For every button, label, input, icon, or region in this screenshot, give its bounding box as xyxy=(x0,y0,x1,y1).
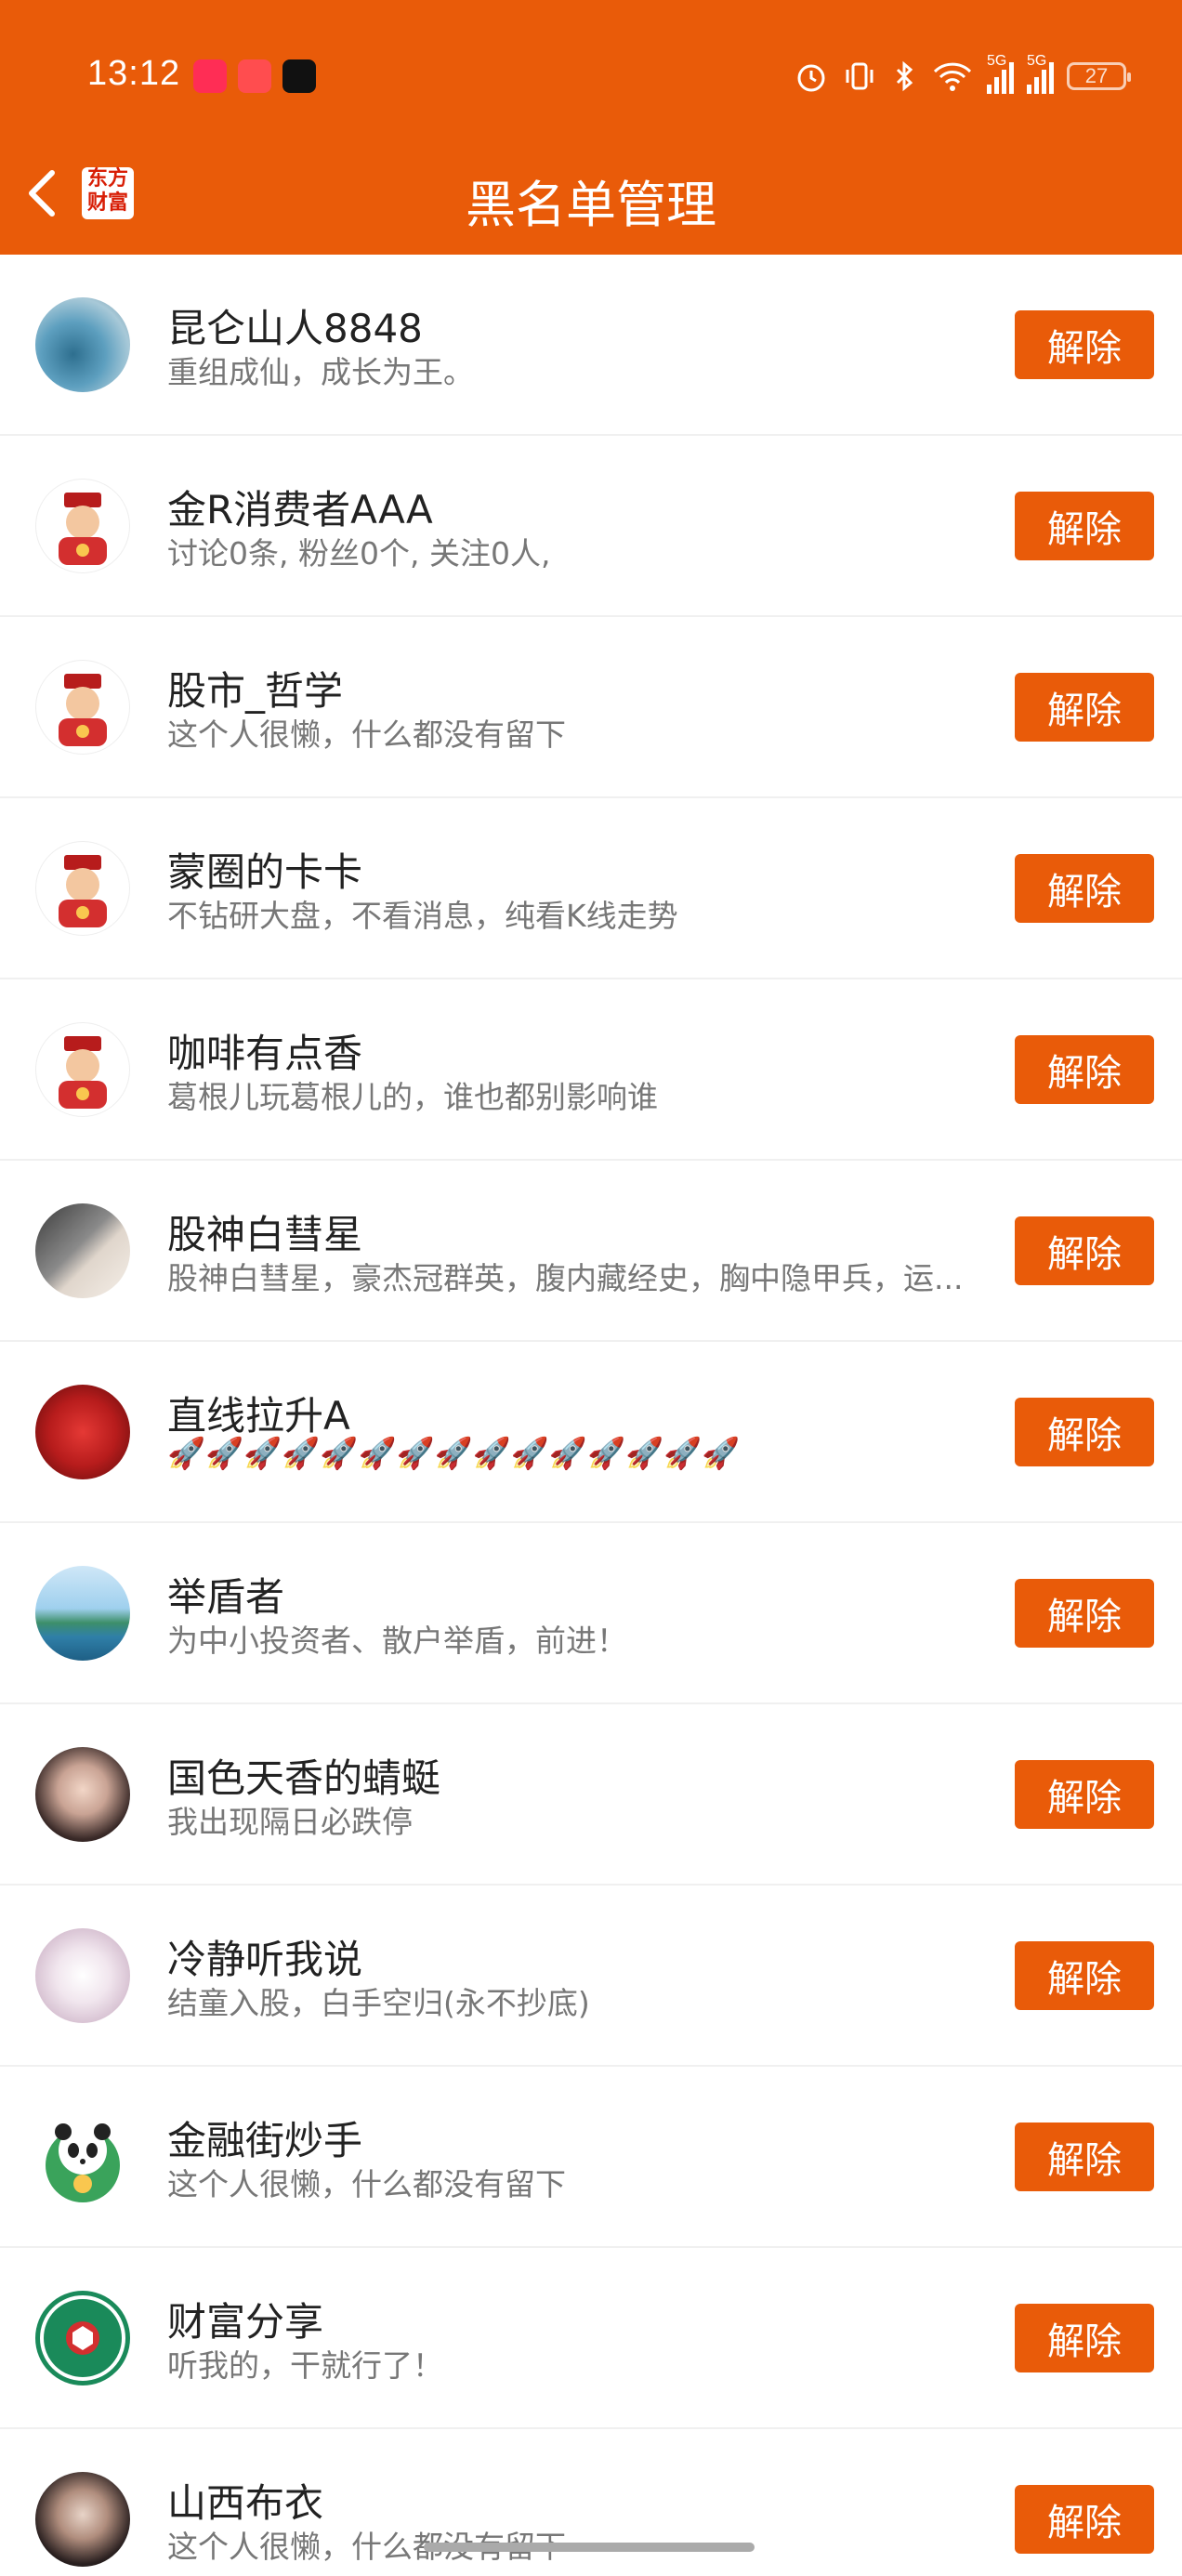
avatar[interactable] xyxy=(35,841,130,936)
user-bio: 我出现隔日必跌停 xyxy=(167,1804,413,1840)
unblock-button[interactable]: 解除 xyxy=(1015,1760,1154,1829)
battery-icon: 27 xyxy=(1067,62,1131,90)
user-bio: 葛根儿玩葛根儿的，谁也都别影响谁 xyxy=(167,1079,658,1115)
list-item: 股神白彗星 股神白彗星，豪杰冠群英，腹内藏经史，胸中隐甲兵，运... 解除 xyxy=(0,1161,1182,1342)
bluetooth-icon xyxy=(896,60,913,92)
user-name[interactable]: 直线拉升A xyxy=(167,1385,350,1441)
list-item: 蒙圈的卡卡 不钻研大盘，不看消息，纯看K线走势 解除 xyxy=(0,798,1182,979)
fortune-god-icon xyxy=(59,1036,107,1109)
list-item: 金融街炒手 这个人很懒，什么都没有留下 解除 xyxy=(0,2067,1182,2248)
list-item: 冷静听我说 结童入股，白手空归(永不抄底) 解除 xyxy=(0,1886,1182,2067)
user-bio: 重组成仙，成长为王。 xyxy=(167,354,474,390)
user-name[interactable]: 金R消费者AAA xyxy=(167,479,433,535)
list-item: 股市_哲学 这个人很懒，什么都没有留下 解除 xyxy=(0,617,1182,798)
unblock-button[interactable]: 解除 xyxy=(1015,673,1154,742)
list-item: 举盾者 为中小投资者、散户举盾，前进！ 解除 xyxy=(0,1523,1182,1704)
user-bio: 这个人很懒，什么都没有留下 xyxy=(167,716,566,753)
signal-5g-icon-1: 5G xyxy=(987,53,1014,94)
avatar[interactable] xyxy=(35,1203,130,1298)
alarm-icon xyxy=(797,64,825,92)
user-bio: 听我的，干就行了！ xyxy=(167,2347,443,2384)
user-name[interactable]: 国色天香的蜻蜓 xyxy=(167,1747,440,1804)
telegram-notification-icon xyxy=(238,59,271,93)
avatar[interactable] xyxy=(35,1566,130,1661)
user-bio: 结童入股，白手空归(永不抄底) xyxy=(167,1985,590,2021)
avatar[interactable] xyxy=(35,1022,130,1117)
status-time: 13:12 xyxy=(87,54,181,93)
fortune-god-icon xyxy=(59,674,107,746)
signal-5g-icon-2: 5G xyxy=(1027,53,1054,94)
avatar[interactable] xyxy=(35,2109,130,2204)
unblock-button[interactable]: 解除 xyxy=(1015,2304,1154,2372)
user-bio: 讨论0条, 粉丝0个, 关注0人, xyxy=(167,535,551,572)
avatar[interactable] xyxy=(35,1928,130,2023)
unblock-button[interactable]: 解除 xyxy=(1015,1216,1154,1285)
user-name[interactable]: 举盾者 xyxy=(167,1566,284,1623)
user-name[interactable]: 财富分享 xyxy=(167,2291,323,2347)
user-name[interactable]: 股神白彗星 xyxy=(167,1203,362,1260)
blocklist: 昆仑山人8848 重组成仙，成长为王。 解除 金R消费者AAA 讨论0条, 粉丝… xyxy=(0,255,1182,2569)
unblock-button[interactable]: 解除 xyxy=(1015,2485,1154,2554)
unblock-button[interactable]: 解除 xyxy=(1015,1941,1154,2010)
avatar[interactable] xyxy=(35,297,130,392)
unblock-button[interactable]: 解除 xyxy=(1015,854,1154,923)
user-name[interactable]: 股市_哲学 xyxy=(167,660,343,716)
home-indicator[interactable] xyxy=(424,2543,755,2552)
vibrate-icon xyxy=(846,62,873,90)
user-name[interactable]: 金融街炒手 xyxy=(167,2109,362,2166)
unblock-button[interactable]: 解除 xyxy=(1015,2123,1154,2191)
user-bio: 🚀🚀🚀🚀🚀🚀🚀🚀🚀🚀🚀🚀🚀🚀🚀 xyxy=(167,1435,741,1471)
unblock-button[interactable]: 解除 xyxy=(1015,1579,1154,1648)
fortune-god-icon xyxy=(59,855,107,927)
list-item: 咖啡有点香 葛根儿玩葛根儿的，谁也都别影响谁 解除 xyxy=(0,979,1182,1161)
avatar[interactable] xyxy=(35,2291,130,2385)
list-item: 昆仑山人8848 重组成仙，成长为王。 解除 xyxy=(0,255,1182,436)
tiktok-notification-icon xyxy=(282,59,316,93)
app-header: 13:12 5G 5G 27 东方 财富 黑名单管理 xyxy=(0,0,1182,255)
list-item: 国色天香的蜻蜓 我出现隔日必跌停 解除 xyxy=(0,1704,1182,1886)
user-bio: 为中小投资者、散户举盾，前进！ xyxy=(167,1623,627,1659)
avatar[interactable] xyxy=(35,479,130,573)
status-icons: 5G 5G 27 xyxy=(794,53,1131,99)
unblock-button[interactable]: 解除 xyxy=(1015,492,1154,560)
wifi-icon xyxy=(933,62,972,91)
panda-icon xyxy=(46,2123,120,2202)
avatar[interactable] xyxy=(35,2472,130,2567)
user-name[interactable]: 冷静听我说 xyxy=(167,1928,362,1985)
unblock-button[interactable]: 解除 xyxy=(1015,310,1154,379)
user-bio: 股神白彗星，豪杰冠群英，腹内藏经史，胸中隐甲兵，运... xyxy=(167,1260,964,1296)
user-name[interactable]: 昆仑山人8848 xyxy=(167,297,423,354)
user-bio: 不钻研大盘，不看消息，纯看K线走势 xyxy=(167,898,678,934)
list-item: 财富分享 听我的，干就行了！ 解除 xyxy=(0,2248,1182,2429)
avatar[interactable] xyxy=(35,1385,130,1479)
fortuneshare-logo-icon xyxy=(40,2295,125,2381)
user-name[interactable]: 山西布衣 xyxy=(167,2472,323,2529)
fortune-god-icon xyxy=(59,493,107,565)
list-item: 直线拉升A 🚀🚀🚀🚀🚀🚀🚀🚀🚀🚀🚀🚀🚀🚀🚀 解除 xyxy=(0,1342,1182,1523)
app-notification-icon xyxy=(193,59,227,93)
user-name[interactable]: 咖啡有点香 xyxy=(167,1022,362,1079)
user-name[interactable]: 蒙圈的卡卡 xyxy=(167,841,362,898)
unblock-button[interactable]: 解除 xyxy=(1015,1398,1154,1466)
avatar[interactable] xyxy=(35,1747,130,1842)
page-title: 黑名单管理 xyxy=(466,176,716,234)
list-item: 金R消费者AAA 讨论0条, 粉丝0个, 关注0人, 解除 xyxy=(0,436,1182,617)
avatar[interactable] xyxy=(35,660,130,755)
unblock-button[interactable]: 解除 xyxy=(1015,1035,1154,1104)
user-bio: 这个人很懒，什么都没有留下 xyxy=(167,2166,566,2202)
